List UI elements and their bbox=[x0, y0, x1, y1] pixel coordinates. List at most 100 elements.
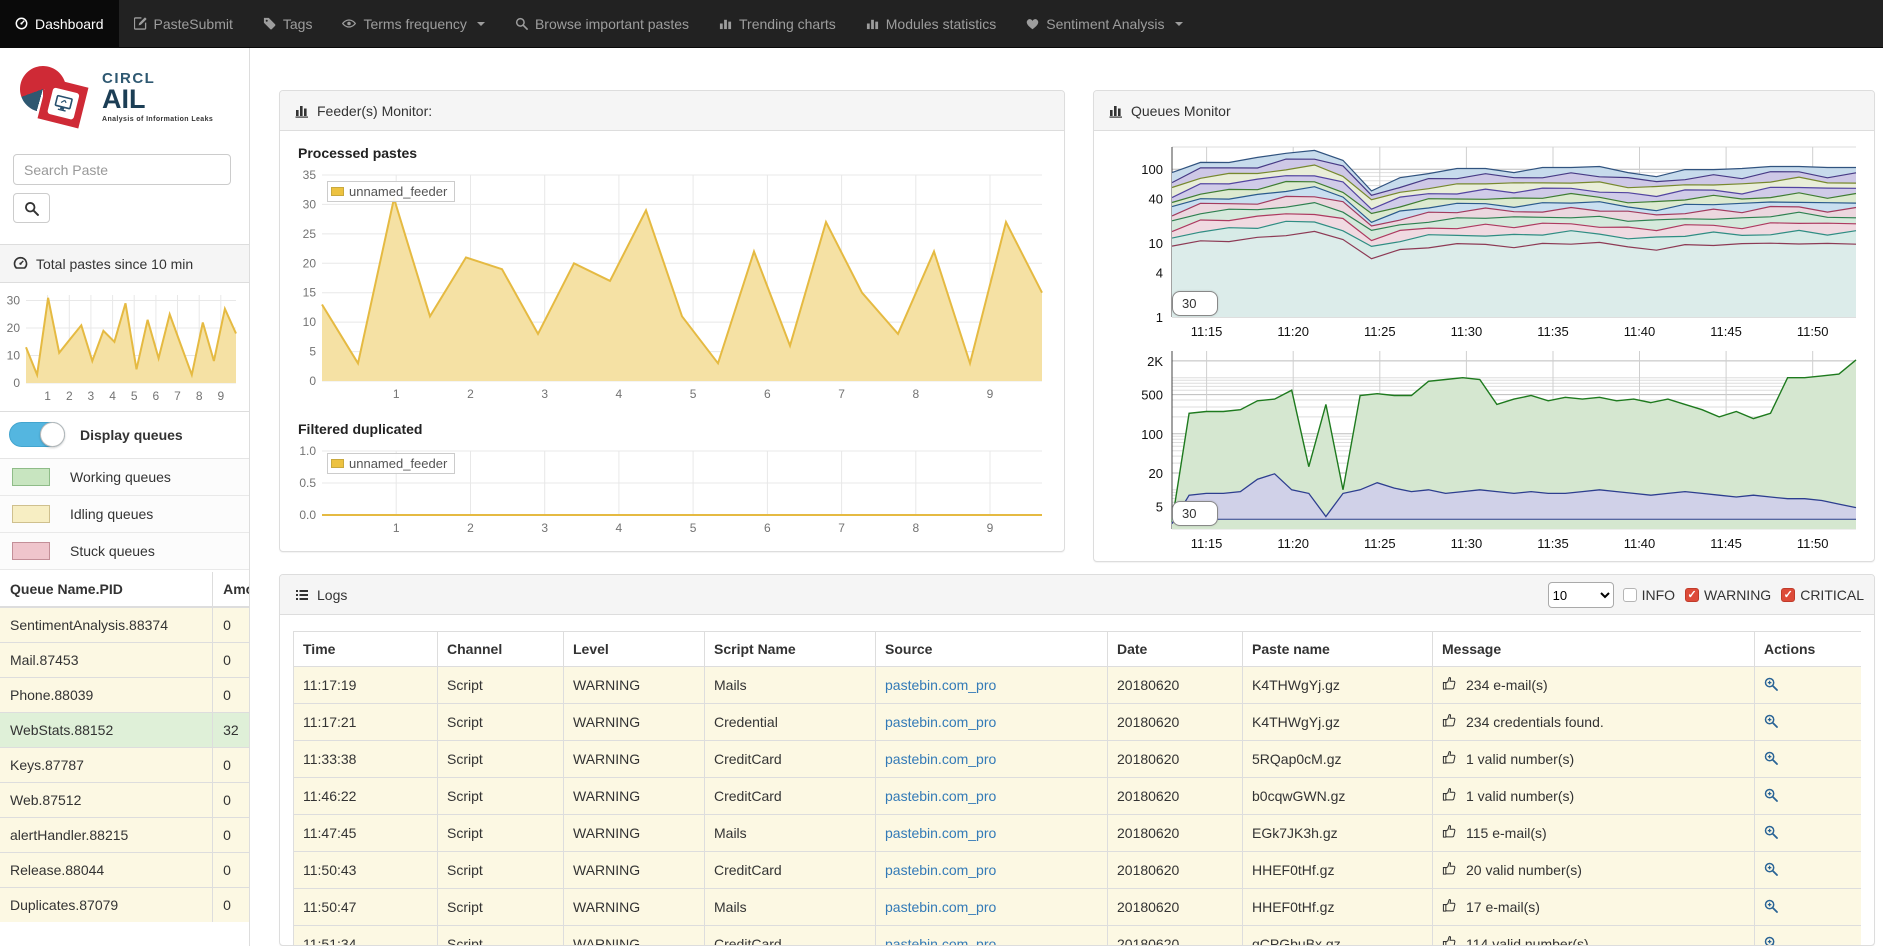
svg-text:11:30: 11:30 bbox=[1451, 324, 1483, 339]
svg-text:0.5: 0.5 bbox=[299, 476, 316, 490]
filter-critical[interactable]: ✓CRITICAL bbox=[1781, 587, 1864, 603]
svg-text:11:50: 11:50 bbox=[1797, 324, 1829, 339]
log-level-cell: WARNING bbox=[564, 815, 705, 852]
display-queues-label: Display queues bbox=[80, 427, 183, 443]
svg-text:7: 7 bbox=[838, 521, 845, 535]
log-channel-cell: Script bbox=[438, 741, 564, 778]
search-plus-icon[interactable] bbox=[1764, 715, 1778, 731]
source-link[interactable]: pastebin.com_pro bbox=[885, 714, 996, 730]
log-source-cell: pastebin.com_pro bbox=[876, 667, 1108, 704]
log-message-cell: 234 e-mail(s) bbox=[1433, 667, 1755, 704]
nav-item-sentiment-analysis[interactable]: Sentiment Analysis bbox=[1011, 0, 1197, 47]
search-paste-input[interactable] bbox=[13, 154, 231, 185]
search-plus-icon[interactable] bbox=[1764, 863, 1778, 879]
log-level-cell: WARNING bbox=[564, 704, 705, 741]
column-header-source: Source bbox=[876, 632, 1108, 667]
nav-item-tags[interactable]: Tags bbox=[248, 0, 328, 47]
search-plus-icon[interactable] bbox=[1764, 752, 1778, 768]
filter-info[interactable]: INFO bbox=[1623, 587, 1675, 603]
total-pastes-title: Total pastes since 10 min bbox=[36, 256, 193, 272]
thumbs-up-icon bbox=[1442, 750, 1457, 768]
source-link[interactable]: pastebin.com_pro bbox=[885, 862, 996, 878]
source-link[interactable]: pastebin.com_pro bbox=[885, 899, 996, 915]
source-link[interactable]: pastebin.com_pro bbox=[885, 788, 996, 804]
source-link[interactable]: pastebin.com_pro bbox=[885, 936, 996, 945]
bar-chart-icon bbox=[719, 17, 732, 30]
source-link[interactable]: pastebin.com_pro bbox=[885, 751, 996, 767]
legend-label: Working queues bbox=[70, 469, 171, 485]
column-header-actions: Actions bbox=[1755, 632, 1862, 667]
log-message-text: 1 valid number(s) bbox=[1466, 751, 1574, 767]
log-row: 11:47:45ScriptWARNINGMailspastebin.com_p… bbox=[294, 815, 1862, 852]
queue-row: WebStats.8815232 bbox=[0, 713, 249, 748]
display-queues-toggle[interactable] bbox=[9, 422, 65, 447]
log-actions-cell bbox=[1755, 889, 1862, 926]
svg-text:2: 2 bbox=[66, 389, 73, 403]
svg-text:11:35: 11:35 bbox=[1537, 324, 1569, 339]
nav-item-trending-charts[interactable]: Trending charts bbox=[704, 0, 851, 47]
svg-text:1.0: 1.0 bbox=[299, 445, 316, 458]
total-pastes-chart: 0102030123456789 bbox=[0, 283, 249, 411]
search-plus-icon[interactable] bbox=[1764, 900, 1778, 916]
bar-chart-icon bbox=[866, 17, 879, 30]
zoom-window-input-top[interactable]: 30 bbox=[1172, 291, 1218, 316]
nav-item-pastesubmit[interactable]: PasteSubmit bbox=[119, 0, 248, 47]
search-button[interactable] bbox=[13, 193, 50, 223]
queues-legend: Working queuesIdling queuesStuck queues bbox=[0, 458, 249, 570]
log-source-cell: pastebin.com_pro bbox=[876, 852, 1108, 889]
logs-table-wrap: TimeChannelLevelScript NameSourceDatePas… bbox=[293, 631, 1861, 945]
logo-art-icon bbox=[20, 62, 90, 132]
column-header-paste-name: Paste name bbox=[1243, 632, 1433, 667]
queue-amount-cell: 0 bbox=[213, 783, 249, 818]
zoom-window-input-bottom[interactable]: 30 bbox=[1172, 501, 1218, 526]
queue-table-wrap: Queue Name.PID Amount SentimentAnalysis.… bbox=[0, 572, 249, 946]
nav-item-modules-statistics[interactable]: Modules statistics bbox=[851, 0, 1011, 47]
checkbox-info[interactable] bbox=[1623, 588, 1637, 602]
nav-item-terms-frequency[interactable]: Terms frequency bbox=[327, 0, 499, 47]
queues-rate-chart: 2K50010020511:1511:2011:2511:3011:3511:4… bbox=[1102, 347, 1868, 559]
log-paste-cell: K4THWgYj.gz bbox=[1243, 667, 1433, 704]
nav-item-dashboard[interactable]: Dashboard bbox=[0, 0, 119, 47]
log-message-cell: 234 credentials found. bbox=[1433, 704, 1755, 741]
log-date-cell: 20180620 bbox=[1108, 778, 1243, 815]
queue-name-cell: Phone.88039 bbox=[0, 678, 213, 713]
svg-text:11:40: 11:40 bbox=[1624, 324, 1656, 339]
queue-name-cell: alertHandler.88215 bbox=[0, 818, 213, 853]
log-message-text: 20 valid number(s) bbox=[1466, 862, 1582, 878]
svg-text:1: 1 bbox=[393, 387, 400, 401]
svg-text:6: 6 bbox=[764, 521, 771, 535]
source-link[interactable]: pastebin.com_pro bbox=[885, 825, 996, 841]
svg-text:7: 7 bbox=[174, 389, 181, 403]
search-plus-icon[interactable] bbox=[1764, 826, 1778, 842]
queues-monitor-panel: Queues Monitor 10040104111:1511:2011:251… bbox=[1093, 90, 1875, 562]
legend-swatch bbox=[331, 187, 344, 196]
svg-text:20: 20 bbox=[7, 321, 21, 335]
checkbox-critical[interactable]: ✓ bbox=[1781, 588, 1795, 602]
log-message-text: 17 e-mail(s) bbox=[1466, 899, 1540, 915]
source-link[interactable]: pastebin.com_pro bbox=[885, 677, 996, 693]
search-plus-icon[interactable] bbox=[1764, 789, 1778, 805]
svg-text:0: 0 bbox=[13, 376, 20, 390]
queue-name-cell: Duplicates.87079 bbox=[0, 888, 213, 923]
svg-text:11:45: 11:45 bbox=[1710, 324, 1742, 339]
page-size-select[interactable]: 10 bbox=[1548, 582, 1614, 608]
log-message-cell: 1 valid number(s) bbox=[1433, 741, 1755, 778]
legend-item-idling-queues: Idling queues bbox=[0, 496, 249, 533]
search-plus-icon[interactable] bbox=[1764, 937, 1778, 946]
legend-label: unnamed_feeder bbox=[349, 184, 447, 199]
svg-text:5: 5 bbox=[131, 389, 138, 403]
svg-text:7: 7 bbox=[838, 387, 845, 401]
checkbox-warning[interactable]: ✓ bbox=[1685, 588, 1699, 602]
thumbs-up-icon bbox=[1442, 898, 1457, 916]
queue-amount-header: Amount bbox=[213, 572, 249, 607]
legend-label: unnamed_feeder bbox=[349, 456, 447, 471]
total-pastes-panel: Total pastes since 10 min 01020301234567… bbox=[0, 244, 250, 412]
svg-text:10: 10 bbox=[1149, 236, 1163, 251]
queue-row: Web.875120 bbox=[0, 783, 249, 818]
log-paste-cell: EGk7JK3h.gz bbox=[1243, 815, 1433, 852]
nav-item-browse-important-pastes[interactable]: Browse important pastes bbox=[500, 0, 704, 47]
log-paste-cell: K4THWgYj.gz bbox=[1243, 704, 1433, 741]
svg-text:2: 2 bbox=[467, 521, 474, 535]
filter-warning[interactable]: ✓WARNING bbox=[1685, 587, 1771, 603]
search-plus-icon[interactable] bbox=[1764, 678, 1778, 694]
